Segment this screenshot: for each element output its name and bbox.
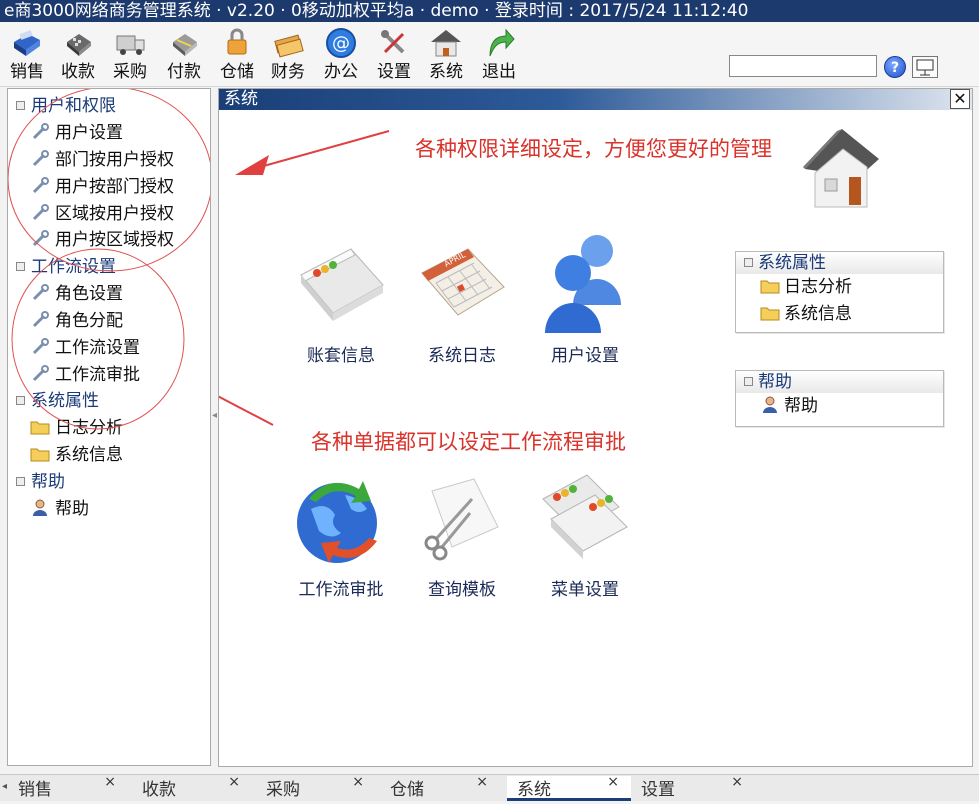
- toolbar-settings-button[interactable]: 设置: [371, 24, 417, 84]
- tree-item-help[interactable]: 帮助: [30, 498, 89, 520]
- annotation-permissions: 各种权限详细设定，方便您更好的管理: [415, 137, 772, 161]
- toolbar-purchase-label: 采购: [113, 62, 147, 82]
- toolbar-payment-button[interactable]: 付款: [161, 24, 207, 84]
- folder-icon: [30, 448, 50, 462]
- tab-sales[interactable]: 销售 ×: [4, 774, 128, 801]
- scissors-icon: [424, 478, 499, 561]
- toolbar-warehouse-label: 仓储: [220, 62, 254, 82]
- tab-purchase[interactable]: 采购 ×: [252, 774, 376, 801]
- person-icon: [33, 499, 47, 516]
- toolbar-receipt-label: 收款: [61, 62, 95, 82]
- calendar-icon: APRIL: [421, 248, 505, 316]
- tile-system-log-label: 系统日志: [428, 346, 496, 366]
- tab-close-icon[interactable]: ×: [607, 768, 619, 796]
- sales-icon: [14, 30, 40, 56]
- toolbar-receipt-button[interactable]: 收款: [55, 24, 101, 84]
- tile-user-settings-label: 用户设置: [551, 346, 619, 366]
- tab-system[interactable]: 系统 ×: [507, 774, 631, 801]
- collapse-icon[interactable]: [16, 476, 25, 486]
- toolbar-sales-label: 销售: [10, 62, 44, 82]
- toolbar-purchase-button[interactable]: 采购: [107, 24, 153, 84]
- monitor-icon: [916, 59, 934, 76]
- tile-account-info-label: 账套信息: [307, 346, 375, 366]
- tab-close-icon[interactable]: ×: [228, 768, 240, 796]
- tab-close-icon[interactable]: ×: [731, 768, 743, 796]
- person-icon: [763, 396, 777, 413]
- globe-icon: [297, 481, 377, 563]
- side-item-help[interactable]: 帮助: [736, 393, 943, 426]
- tab-close-icon[interactable]: ×: [476, 768, 488, 796]
- side-box-header[interactable]: 帮助: [736, 371, 943, 393]
- toolbar-office-label: 办公: [324, 62, 358, 82]
- panel-close-button[interactable]: ✕: [950, 89, 970, 109]
- office-icon: @: [326, 28, 356, 58]
- collapse-icon[interactable]: [744, 376, 753, 386]
- tile-menu-settings[interactable]: 菜单设置: [525, 469, 645, 600]
- side-item-log-analysis[interactable]: 日志分析: [736, 274, 943, 301]
- side-box-system-properties: 系统属性 日志分析 系统信息: [735, 251, 944, 333]
- toolbar-exit-button[interactable]: 退出: [476, 24, 522, 84]
- tile-user-settings[interactable]: 用户设置: [525, 225, 645, 366]
- tab-close-icon[interactable]: ×: [352, 768, 364, 796]
- toolbar-finance-button[interactable]: 财务: [265, 24, 311, 84]
- tab-settings[interactable]: 设置 ×: [631, 774, 755, 801]
- tile-system-log[interactable]: APRIL 系统日志: [402, 235, 522, 366]
- tree-group-help[interactable]: 帮助: [8, 471, 65, 493]
- tab-warehouse[interactable]: 仓储 ×: [376, 774, 500, 801]
- toolbar-payment-label: 付款: [167, 62, 201, 82]
- warehouse-icon: [227, 28, 247, 55]
- folder-icon: [760, 280, 780, 294]
- tab-close-icon[interactable]: ×: [104, 768, 116, 796]
- tile-query-template-label: 查询模板: [428, 580, 496, 600]
- windows-stack-icon: [542, 474, 628, 559]
- folder-icon: [760, 307, 780, 321]
- toolbar-warehouse-button[interactable]: 仓储: [214, 24, 260, 84]
- toolbar-sales-button[interactable]: 销售: [4, 24, 50, 84]
- svg-text:@: @: [332, 33, 350, 54]
- annotation-circles: [8, 89, 210, 430]
- settings-icon: [381, 30, 405, 54]
- side-box-help: 帮助 帮助: [735, 370, 944, 427]
- purchase-icon: [116, 35, 145, 55]
- tile-query-template[interactable]: 查询模板: [402, 469, 522, 600]
- side-box-header[interactable]: 系统属性: [736, 252, 943, 274]
- side-item-system-info[interactable]: 系统信息: [736, 301, 943, 332]
- navigation-tree: 用户和权限 用户设置 部门按用户授权 用户按部门授权 区域按用户授权 用户按区域…: [7, 88, 211, 766]
- system-panel: 系统 ✕ 各种权限详细设定，方便您更好的管理 各种单据都可以设定工作流程审批 账…: [218, 88, 973, 767]
- tile-workflow-approval-label: 工作流审批: [298, 580, 384, 600]
- tab-bar: ◂ 销售 × 收款 × 采购 × 仓储 × 系统 × 设置 ×: [0, 774, 979, 801]
- receipt-icon: [67, 34, 91, 56]
- finance-icon: [274, 34, 304, 58]
- window-icon: [300, 248, 384, 321]
- toolbar-exit-label: 退出: [482, 62, 516, 82]
- toolbar-system-label: 系统: [429, 62, 463, 82]
- collapse-icon[interactable]: [744, 257, 753, 267]
- tile-account-info[interactable]: 账套信息: [281, 235, 401, 366]
- system-icon: [431, 30, 461, 57]
- search-input[interactable]: [729, 55, 877, 77]
- users-icon: [545, 235, 621, 333]
- tab-receipt[interactable]: 收款 ×: [128, 774, 252, 801]
- window-title: e商3000网络商务管理系统 · v2.20 · 0移动加权平均a · demo…: [0, 0, 979, 22]
- toolbar-settings-label: 设置: [377, 62, 411, 82]
- tree-item-system-info[interactable]: 系统信息: [30, 444, 123, 466]
- tile-workflow-approval[interactable]: 工作流审批: [281, 469, 401, 600]
- help-button[interactable]: ?: [884, 56, 906, 78]
- toolbar-finance-label: 财务: [271, 62, 305, 82]
- house-icon: [803, 129, 879, 208]
- exit-icon: [489, 28, 515, 57]
- annotation-workflow: 各种单据都可以设定工作流程审批: [311, 430, 626, 454]
- payment-icon: [173, 34, 197, 56]
- tile-menu-settings-label: 菜单设置: [551, 580, 619, 600]
- toolbar-office-button[interactable]: @ 办公: [318, 24, 364, 84]
- toolbar-system-button[interactable]: 系统: [423, 24, 469, 84]
- screen-toggle-button[interactable]: [912, 56, 938, 78]
